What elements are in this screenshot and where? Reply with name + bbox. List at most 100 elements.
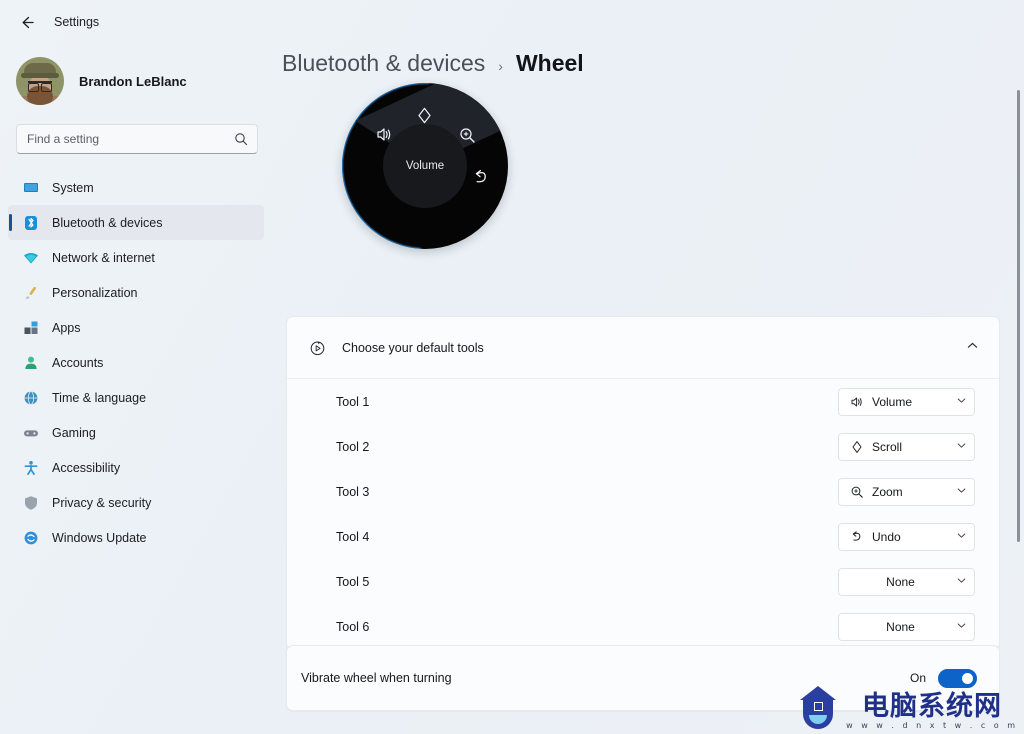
table-row: Tool 2 Scroll <box>287 424 999 469</box>
undo-arrow-icon <box>472 168 491 192</box>
sidebar-item-personalization[interactable]: Personalization <box>8 275 264 310</box>
chevron-up-icon[interactable] <box>966 339 979 357</box>
tool-1-dropdown[interactable]: Volume <box>838 387 975 416</box>
apps-grid-icon <box>22 319 39 336</box>
tool-label: Tool 1 <box>336 394 370 409</box>
tool-2-dropdown[interactable]: Scroll <box>838 432 975 461</box>
sidebar-label: Personalization <box>52 285 138 300</box>
refresh-circle-icon <box>22 529 39 546</box>
sidebar-item-bluetooth-devices[interactable]: Bluetooth & devices <box>8 205 264 240</box>
avatar <box>16 57 64 105</box>
search-box[interactable] <box>16 124 258 154</box>
sidebar-item-time-language[interactable]: Time & language <box>8 380 264 415</box>
breadcrumb-parent[interactable]: Bluetooth & devices <box>282 50 485 77</box>
table-row: Tool 6 None <box>287 604 999 649</box>
content-pane: Bluetooth & devices › Wheel Volume Choos… <box>272 44 1024 734</box>
back-button[interactable] <box>14 9 40 35</box>
back-arrow-icon <box>22 16 34 28</box>
shield-icon <box>22 494 39 511</box>
default-tools-header[interactable]: Choose your default tools <box>287 317 999 378</box>
settings-window: Settings Brandon LeBlanc Find a setting … <box>0 0 1024 734</box>
chevron-down-icon <box>956 573 967 591</box>
wifi-icon <box>22 249 39 266</box>
chevron-down-icon <box>956 483 967 501</box>
default-tools-title: Choose your default tools <box>342 340 484 355</box>
house-shield-logo-icon <box>797 684 839 730</box>
chevron-down-icon <box>956 393 967 411</box>
person-icon <box>22 354 39 371</box>
tool-4-dropdown[interactable]: Undo <box>838 522 975 551</box>
search-input[interactable] <box>17 125 257 153</box>
tool-label: Tool 6 <box>336 619 370 634</box>
window-titlebar: Settings <box>0 0 1024 44</box>
default-tools-card: Choose your default tools Tool 1 Volume … <box>286 316 1000 650</box>
wheel-hub: Volume <box>383 124 467 208</box>
account-name: Brandon LeBlanc <box>79 73 187 89</box>
search-icon <box>234 132 248 151</box>
tool-label: Tool 5 <box>336 574 370 589</box>
account-row[interactable]: Brandon LeBlanc <box>0 44 272 110</box>
sidebar-label: Network & internet <box>52 250 155 265</box>
table-row: Tool 5 None <box>287 559 999 604</box>
vibrate-state-text: On <box>909 671 926 685</box>
watermark-url: w w w . d n x t w . c o m <box>846 721 1018 730</box>
tool-5-dropdown[interactable]: None <box>838 567 975 596</box>
scroll-diamond-icon <box>849 439 864 454</box>
zoom-magnifier-icon <box>849 484 864 499</box>
paintbrush-icon <box>22 284 39 301</box>
tool-value: Scroll <box>872 439 903 454</box>
page-title: Wheel <box>515 50 584 76</box>
sidebar-label: System <box>52 180 94 195</box>
tool-label: Tool 2 <box>336 439 370 454</box>
table-row: Tool 1 Volume <box>287 379 999 424</box>
sidebar-item-system[interactable]: System <box>8 170 264 205</box>
sidebar-label: Time & language <box>52 390 147 405</box>
accessibility-person-icon <box>22 459 39 476</box>
sidebar-item-gaming[interactable]: Gaming <box>8 415 264 450</box>
undo-arrow-icon <box>849 529 864 544</box>
tool-3-dropdown[interactable]: Zoom <box>838 477 975 506</box>
sidebar-label: Accounts <box>52 355 104 370</box>
tool-value: Volume <box>872 394 913 409</box>
chevron-down-icon <box>956 618 967 636</box>
tool-value: Undo <box>872 529 901 544</box>
site-watermark: 电脑系统网 w w w . d n x t w . c o m <box>797 684 1018 730</box>
vertical-scrollbar[interactable] <box>1017 90 1020 542</box>
tool-6-dropdown[interactable]: None <box>838 612 975 641</box>
breadcrumb-separator-icon: › <box>498 58 503 74</box>
chevron-down-icon <box>956 528 967 546</box>
bluetooth-icon <box>22 214 39 231</box>
sidebar-item-accounts[interactable]: Accounts <box>8 345 264 380</box>
search-container <box>0 110 272 154</box>
tool-value: None <box>886 574 915 589</box>
sidebar-item-apps[interactable]: Apps <box>8 310 264 345</box>
toggle-knob <box>962 672 973 684</box>
sidebar-label: Gaming <box>52 425 96 440</box>
sidebar-item-accessibility[interactable]: Accessibility <box>8 450 264 485</box>
watermark-text: 电脑系统网 w w w . d n x t w . c o m <box>846 690 1018 730</box>
sidebar-label: Accessibility <box>52 460 121 475</box>
watermark-title: 电脑系统网 <box>862 690 1003 722</box>
globe-clock-icon <box>22 389 39 406</box>
wheel-hub-label: Volume <box>405 160 445 172</box>
sidebar-item-windows-update[interactable]: Windows Update <box>8 520 264 555</box>
sidebar-item-privacy-security[interactable]: Privacy & security <box>8 485 264 520</box>
volume-speaker-icon <box>849 394 864 409</box>
sidebar-label: Windows Update <box>52 530 147 545</box>
table-row: Tool 3 Zoom <box>287 469 999 514</box>
tool-label: Tool 4 <box>336 529 370 544</box>
tool-value: None <box>886 619 915 634</box>
tool-label: Tool 3 <box>336 484 370 499</box>
chevron-down-icon <box>956 438 967 456</box>
wheel-graphic: Volume <box>342 83 508 249</box>
sidebar-label: Bluetooth & devices <box>52 215 163 230</box>
sidebar-item-network-internet[interactable]: Network & internet <box>8 240 264 275</box>
breadcrumb: Bluetooth & devices › Wheel <box>272 44 1024 77</box>
sidebar-label: Privacy & security <box>52 495 152 510</box>
sidebar-nav: System Bluetooth & devices Network & int… <box>0 170 272 555</box>
sidebar-label: Apps <box>52 320 81 335</box>
wheel-illustration: Volume <box>272 77 1024 292</box>
tool-value: Zoom <box>872 484 903 499</box>
vibrate-label: Vibrate wheel when turning <box>301 671 452 685</box>
gamepad-icon <box>22 424 39 441</box>
